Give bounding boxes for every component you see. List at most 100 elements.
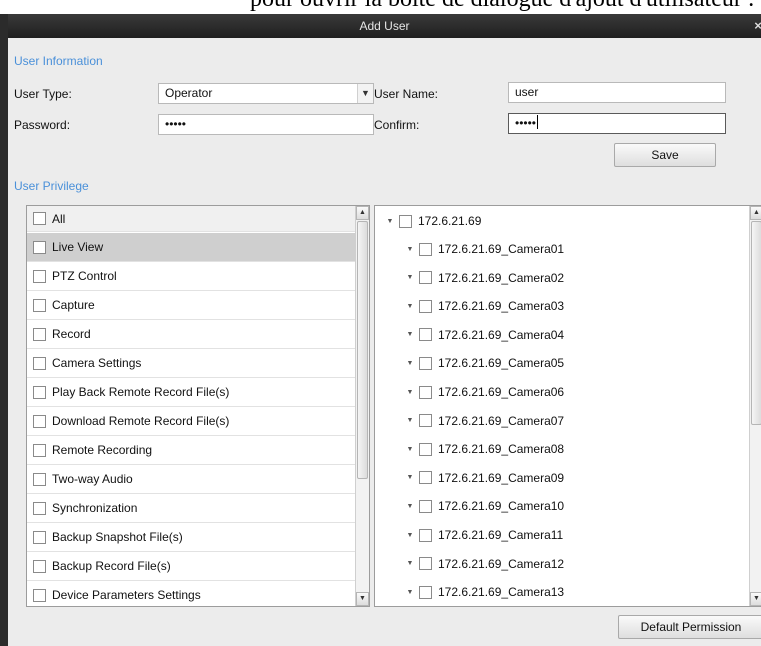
privilege-label: Camera Settings: [52, 356, 142, 370]
expand-triangle-icon[interactable]: ▼: [405, 446, 415, 453]
expand-triangle-icon[interactable]: ▼: [405, 560, 415, 567]
camera-item[interactable]: ▼ 172.6.21.69_Camera03: [375, 293, 749, 319]
privilege-checkbox[interactable]: [33, 240, 46, 254]
privilege-item[interactable]: Two-way Audio: [27, 465, 355, 494]
expand-triangle-icon[interactable]: ▼: [405, 503, 415, 510]
camera-checkbox[interactable]: [419, 299, 432, 313]
privilege-item[interactable]: Camera Settings: [27, 349, 355, 378]
expand-triangle-icon[interactable]: ▼: [405, 389, 415, 396]
camera-item[interactable]: ▼ 172.6.21.69_Camera09: [375, 465, 749, 491]
camera-item[interactable]: ▼ 172.6.21.69_Camera04: [375, 322, 749, 348]
camera-item[interactable]: ▼ 172.6.21.69_Camera05: [375, 350, 749, 376]
user-type-select[interactable]: Operator ▼: [158, 83, 374, 104]
camera-item[interactable]: ▼ 172.6.21.69_Camera02: [375, 265, 749, 291]
expand-triangle-icon[interactable]: ▼: [405, 246, 415, 253]
privilege-item[interactable]: Backup Snapshot File(s): [27, 523, 355, 552]
camera-checkbox[interactable]: [419, 499, 432, 513]
password-label: Password:: [14, 118, 71, 132]
privilege-label: Two-way Audio: [52, 472, 133, 486]
camera-checkbox[interactable]: [419, 471, 432, 485]
expand-triangle-icon[interactable]: ▼: [405, 417, 415, 424]
privilege-scrollbar[interactable]: ▲ ▼: [355, 206, 369, 606]
camera-checkbox[interactable]: [419, 356, 432, 370]
expand-triangle-icon[interactable]: ▼: [405, 303, 415, 310]
privilege-checkbox[interactable]: [33, 559, 46, 573]
camera-checkbox[interactable]: [419, 414, 432, 428]
privilege-label: Synchronization: [52, 501, 138, 515]
user-type-label: User Type:: [14, 87, 72, 101]
scroll-down-arrow-icon[interactable]: ▼: [356, 592, 369, 606]
privilege-item[interactable]: Device Parameters Settings: [27, 581, 355, 606]
camera-checkbox[interactable]: [419, 585, 432, 599]
privilege-all-row[interactable]: All: [27, 206, 355, 232]
privilege-checkbox[interactable]: [33, 356, 46, 370]
user-name-value: user: [515, 85, 539, 99]
camera-item[interactable]: ▼ 172.6.21.69_Camera13: [375, 579, 749, 605]
camera-checkbox[interactable]: [419, 442, 432, 456]
device-scrollbar[interactable]: ▲ ▼: [749, 206, 761, 606]
privilege-checkbox[interactable]: [33, 588, 46, 602]
camera-item[interactable]: ▼ 172.6.21.69_Camera06: [375, 379, 749, 405]
privilege-checkbox[interactable]: [33, 530, 46, 544]
privilege-checkbox[interactable]: [33, 298, 46, 312]
privilege-checkbox[interactable]: [33, 385, 46, 399]
device-scroll-thumb[interactable]: [751, 221, 761, 425]
camera-checkbox[interactable]: [419, 528, 432, 542]
device-root-row[interactable]: ▼ 172.6.21.69: [375, 208, 749, 234]
camera-label: 172.6.21.69_Camera09: [438, 470, 565, 485]
camera-item[interactable]: ▼ 172.6.21.69_Camera08: [375, 436, 749, 462]
expand-triangle-icon[interactable]: ▼: [405, 274, 415, 281]
privilege-item[interactable]: Synchronization: [27, 494, 355, 523]
camera-label: 172.6.21.69_Camera01: [438, 242, 565, 256]
privilege-checkbox[interactable]: [33, 414, 46, 428]
camera-item[interactable]: ▼ 172.6.21.69_Camera10: [375, 493, 749, 519]
dialog-title: Add User: [359, 19, 410, 33]
privilege-item[interactable]: Record: [27, 320, 355, 349]
camera-checkbox[interactable]: [419, 385, 432, 399]
default-permission-button[interactable]: Default Permission: [618, 615, 761, 639]
all-checkbox[interactable]: [33, 212, 46, 225]
close-icon[interactable]: ×: [751, 14, 761, 38]
scroll-down-arrow-icon[interactable]: ▼: [750, 592, 761, 606]
privilege-item[interactable]: Capture: [27, 291, 355, 320]
privilege-item[interactable]: Backup Record File(s): [27, 552, 355, 581]
confirm-label: Confirm:: [374, 118, 420, 132]
expand-triangle-icon[interactable]: ▼: [405, 474, 415, 481]
privilege-label: Capture: [52, 298, 95, 312]
expand-triangle-icon[interactable]: ▼: [405, 589, 415, 596]
user-name-input[interactable]: user: [508, 82, 726, 103]
scroll-up-arrow-icon[interactable]: ▲: [750, 206, 761, 220]
privilege-item[interactable]: Remote Recording: [27, 436, 355, 465]
scroll-up-arrow-icon[interactable]: ▲: [356, 206, 369, 220]
privilege-checkbox[interactable]: [33, 443, 46, 457]
privilege-checkbox[interactable]: [33, 269, 46, 283]
password-input[interactable]: •••••: [158, 114, 374, 135]
expand-triangle-icon[interactable]: ▼: [405, 331, 415, 338]
camera-item[interactable]: ▼ 172.6.21.69_Camera01: [375, 236, 749, 262]
privilege-item[interactable]: PTZ Control: [27, 262, 355, 291]
device-root-checkbox[interactable]: [399, 214, 412, 228]
chevron-down-icon[interactable]: ▼: [357, 84, 373, 103]
privilege-checkbox[interactable]: [33, 501, 46, 515]
confirm-value: •••••: [515, 116, 537, 130]
expand-triangle-icon[interactable]: ▼: [405, 360, 415, 367]
privilege-checkbox[interactable]: [33, 327, 46, 341]
camera-label: 172.6.21.69_Camera08: [438, 442, 565, 457]
camera-checkbox[interactable]: [419, 328, 432, 342]
camera-checkbox[interactable]: [419, 557, 432, 571]
camera-checkbox[interactable]: [419, 242, 432, 256]
privilege-scroll-thumb[interactable]: [357, 221, 368, 479]
privilege-item[interactable]: Download Remote Record File(s): [27, 407, 355, 436]
save-button[interactable]: Save: [614, 143, 716, 167]
expand-triangle-icon[interactable]: ▼: [405, 532, 415, 539]
camera-item[interactable]: ▼ 172.6.21.69_Camera11: [375, 522, 749, 548]
privilege-item[interactable]: Live View: [27, 233, 355, 262]
privilege-label: Remote Recording: [52, 443, 153, 457]
expand-triangle-icon[interactable]: ▼: [385, 218, 395, 225]
camera-checkbox[interactable]: [419, 271, 432, 285]
privilege-checkbox[interactable]: [33, 472, 46, 486]
privilege-item[interactable]: Play Back Remote Record File(s): [27, 378, 355, 407]
camera-item[interactable]: ▼ 172.6.21.69_Camera07: [375, 408, 749, 434]
confirm-input[interactable]: •••••: [508, 113, 726, 134]
camera-item[interactable]: ▼ 172.6.21.69_Camera12: [375, 551, 749, 577]
